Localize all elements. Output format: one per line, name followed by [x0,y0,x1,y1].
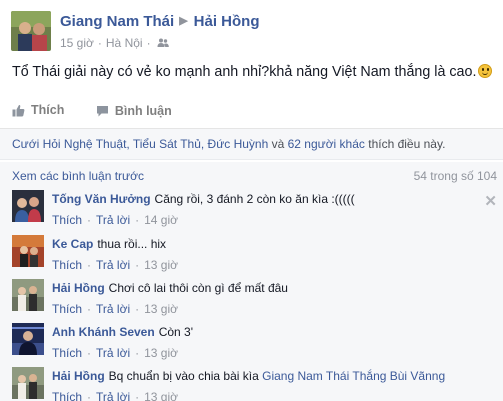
meta-separator: · [146,36,151,50]
likers-names[interactable]: Cưới Hỏi Nghệ Thuật, Tiểu Sát Thủ, Đức H… [12,137,268,151]
author-line: Giang Nam Thái ▶ Hải Hồng [60,13,260,30]
comment-item: Hải Hồng Bq chuẩn bị vào chia bài kìa Gia… [0,363,503,401]
like-label: Thích [31,103,65,117]
commenter-name[interactable]: Ke Cap [52,237,93,251]
comment-like-link[interactable]: Thích [52,390,82,401]
comment-body: Hải Hồng Bq chuẩn bị vào chia bài kìa Gia… [52,369,445,383]
comment-body: Tống Văn Hưởng Căng rồi, 3 đánh 2 còn ko … [52,192,355,206]
comment-time[interactable]: 13 giờ [144,258,178,272]
dot-separator: · [87,258,92,272]
dot-separator: · [87,302,92,316]
dot-separator: · [135,302,140,316]
like-button[interactable]: Thích [12,103,64,117]
comment-time[interactable]: 13 giờ [144,302,178,316]
comment-item: Tống Văn Hưởng Căng rồi, 3 đánh 2 còn ko … [0,186,503,230]
dot-separator: · [87,213,92,227]
commenter-avatar[interactable] [12,190,44,222]
commenter-avatar[interactable] [12,235,44,267]
comment-like-link[interactable]: Thích [52,302,82,316]
dot-separator: · [135,390,140,401]
meta-separator: · [97,36,102,50]
dot-separator: · [87,390,92,401]
comment-like-link[interactable]: Thích [52,346,82,360]
post-location[interactable]: Hà Nội [106,36,143,50]
thumbs-up-icon [12,104,25,116]
view-previous-comments-link[interactable]: Xem các bình luận trước [12,169,144,183]
commenter-name[interactable]: Anh Khánh Seven [52,325,155,339]
comment-reply-link[interactable]: Trả lời [96,213,130,227]
comment-actions: Thích · Trả lời · 13 giờ [52,302,178,316]
comment-reply-link[interactable]: Trả lời [96,390,130,401]
smile-emoji-icon [478,64,493,78]
comment-like-link[interactable]: Thích [52,258,82,272]
friends-icon[interactable] [157,37,169,51]
dot-separator: · [135,213,140,227]
post-header: Giang Nam Thái ▶ Hải Hồng 15 giờ · Hà Nội · [0,0,503,56]
author-name[interactable]: Giang Nam Thái [60,13,174,30]
author-avatar[interactable] [11,11,51,51]
comment-button[interactable]: Bình luận [96,104,172,118]
likes-summary: Cưới Hỏi Nghệ Thuật, Tiểu Sát Thủ, Đức H… [0,128,503,160]
comment-text: Chơi cô lai thôi còn gì để mất đâu [108,281,288,295]
comment-actions: Thích · Trả lời · 14 giờ [52,213,178,227]
comment-text: Căng rồi, 3 đánh 2 còn ko ăn kìa :((((( [154,192,355,206]
post-actions: Thích Bình luận [12,103,200,120]
post-text: Tổ Thái giải này có vẻ ko mạnh anh nhỉ?k… [12,64,493,80]
comment-actions: Thích · Trả lời · 13 giờ [52,390,178,401]
post-time[interactable]: 15 giờ [60,36,94,50]
likes-suffix: thích điều này. [364,137,446,151]
comment-reply-link[interactable]: Trả lời [96,302,130,316]
comment-like-link[interactable]: Thích [52,213,82,227]
comment-time[interactable]: 13 giờ [144,346,178,360]
commenter-avatar[interactable] [12,367,44,399]
comment-reply-link[interactable]: Trả lời [96,258,130,272]
comment-item: Ke Cap thua rồi... hix Thích · Trả lời · 13 g… [0,231,503,275]
likes-and: và [268,137,288,151]
comment-list: Tống Văn Hưởng Căng rồi, 3 đánh 2 còn ko … [0,186,503,401]
post-text-content: Tổ Thái giải này có vẻ ko mạnh anh nhỉ?k… [12,64,477,80]
commenter-avatar[interactable] [12,323,44,355]
post-meta: 15 giờ · Hà Nội · [60,36,169,51]
commenter-name[interactable]: Tống Văn Hưởng [52,192,151,206]
comment-text: Bq chuẩn bị vào chia bài kìa [108,369,263,383]
comment-body: Ke Cap thua rồi... hix [52,237,166,251]
comment-body: Hải Hồng Chơi cô lai thôi còn gì để mất đ… [52,281,288,295]
comment-actions: Thích · Trả lời · 13 giờ [52,346,178,360]
tagged-user[interactable]: Thắng Bùi Vãnng [352,369,445,383]
comment-icon [96,105,108,116]
comment-actions: Thích · Trả lời · 13 giờ [52,258,178,272]
dot-separator: · [87,346,92,360]
dot-separator: · [135,258,140,272]
comments-header: Xem các bình luận trước 54 trong số 104 [0,162,503,186]
commenter-name[interactable]: Hải Hồng [52,369,105,383]
dot-separator: · [135,346,140,360]
comment-body: Anh Khánh Seven Còn 3' [52,325,193,339]
comment-item: Hải Hồng Chơi cô lai thôi còn gì để mất đ… [0,275,503,319]
comment-time[interactable]: 13 giờ [144,390,178,401]
comment-count: 54 trong số 104 [413,169,497,183]
comment-reply-link[interactable]: Trả lời [96,346,130,360]
comment-time[interactable]: 14 giờ [144,213,178,227]
likes-others-link[interactable]: 62 người khác [288,137,365,151]
comment-item: Anh Khánh Seven Còn 3' Thích · Trả lời · 13 g… [0,319,503,363]
tagged-user[interactable]: Giang Nam Thái [262,369,349,383]
commenter-name[interactable]: Hải Hồng [52,281,105,295]
comment-text: thua rồi... hix [97,237,167,251]
comment-label: Bình luận [114,103,172,118]
arrow-right-icon: ▶ [179,15,188,27]
target-name[interactable]: Hải Hồng [194,13,260,30]
close-icon[interactable]: ✕ [484,192,497,210]
commenter-avatar[interactable] [12,279,44,311]
comment-text: Còn 3' [158,325,193,339]
